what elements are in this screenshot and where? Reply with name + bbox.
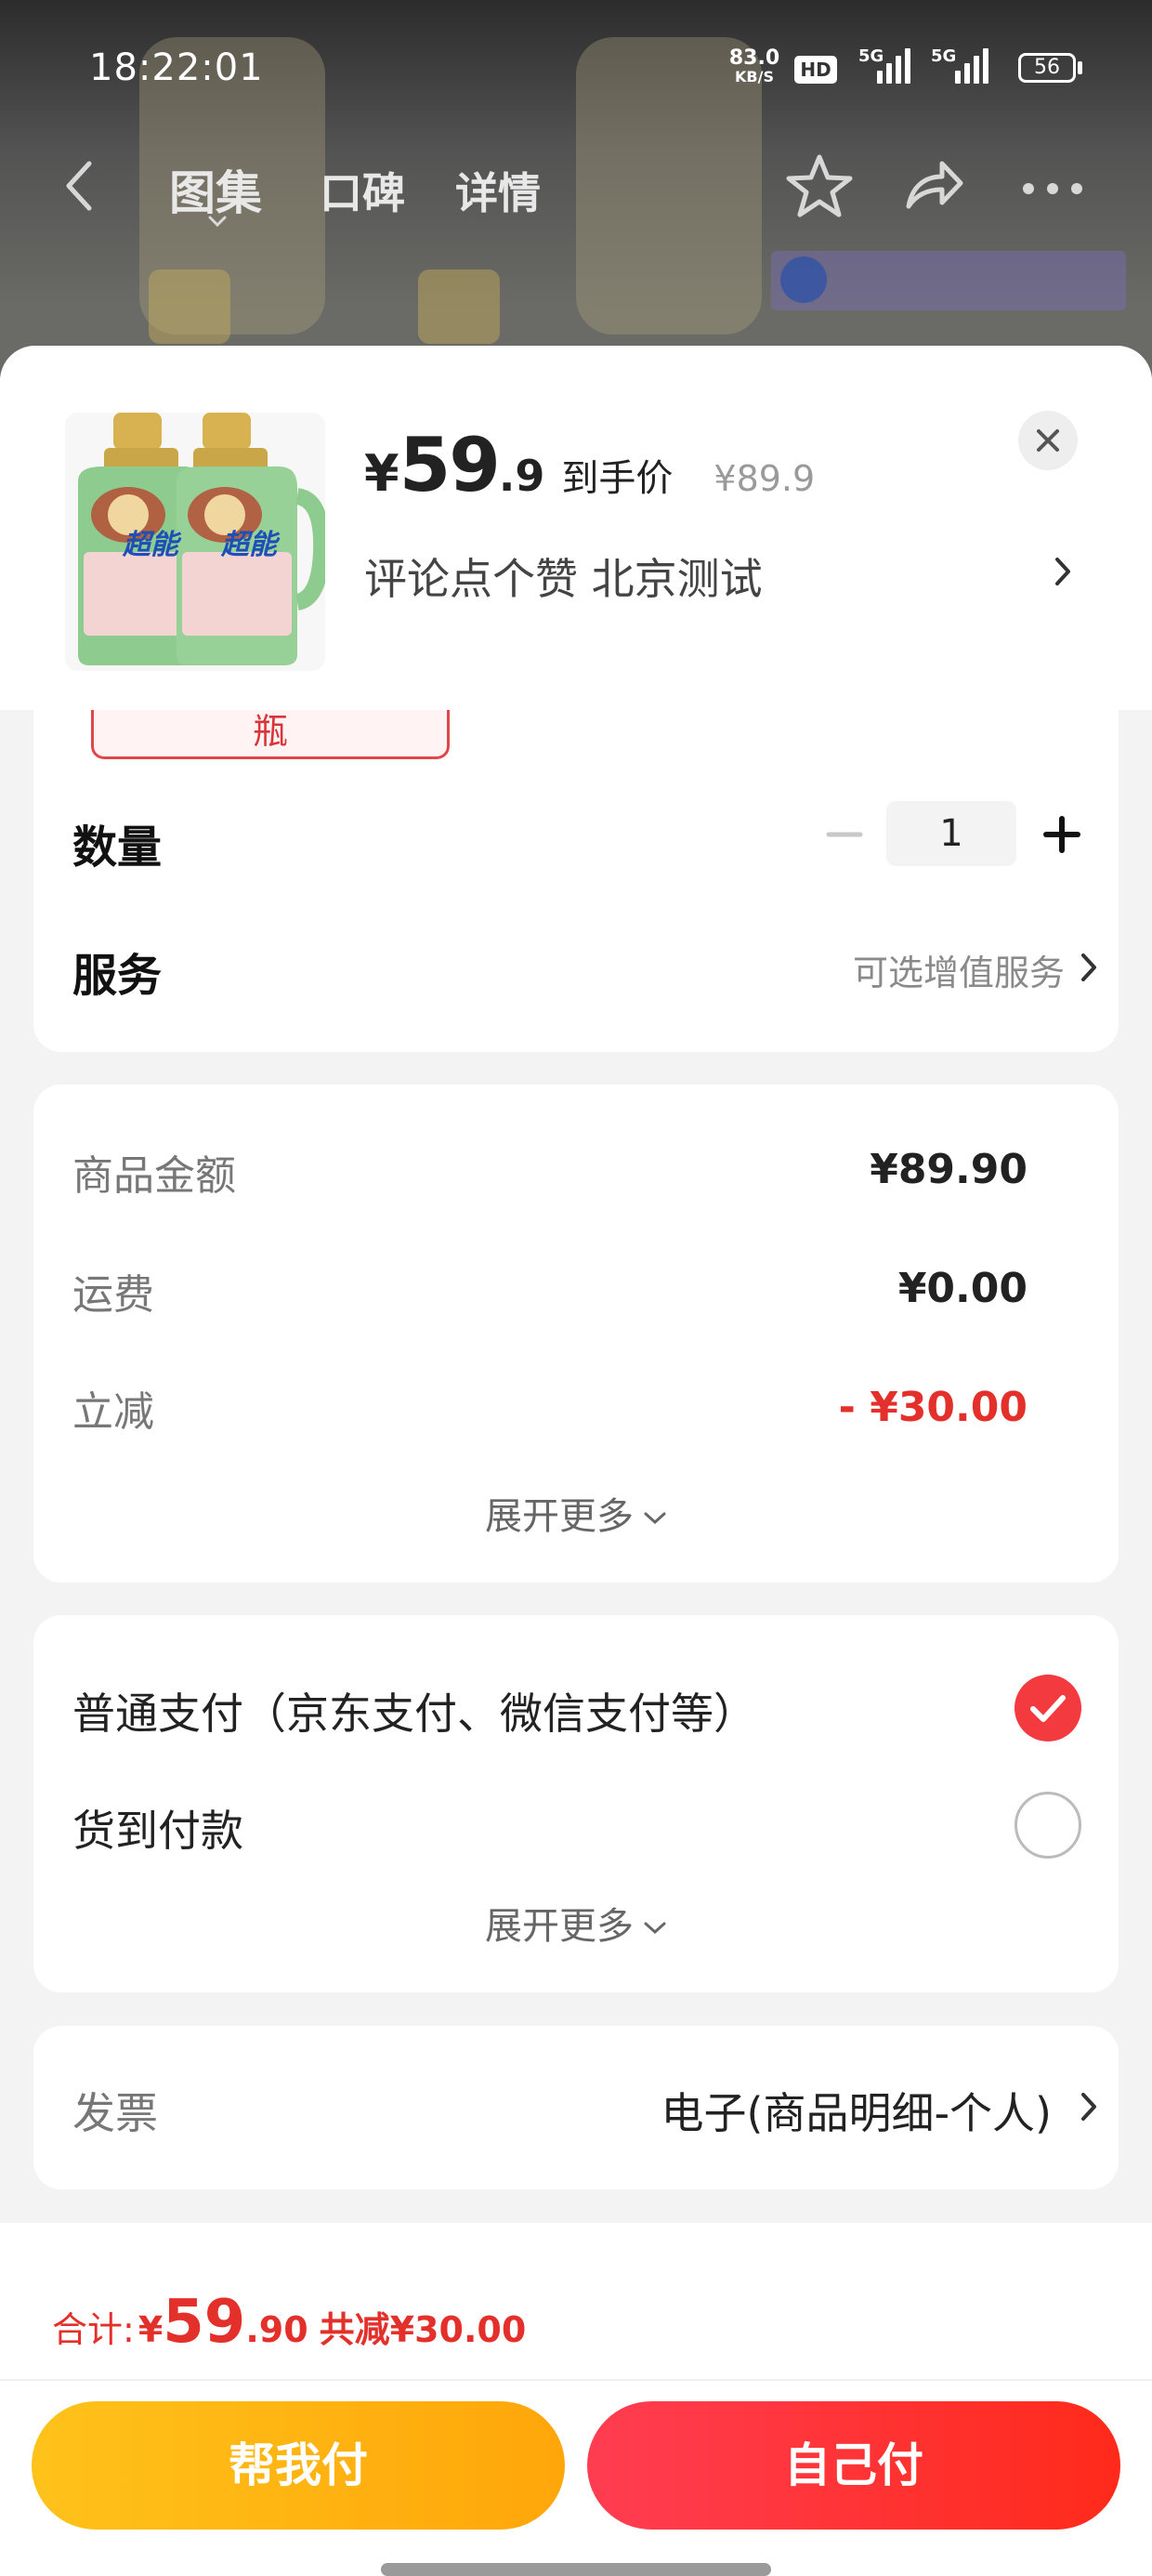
signal-icon: 5G — [858, 46, 910, 84]
more-icon[interactable] — [1022, 182, 1083, 195]
product-image: 超能 超能 — [65, 413, 325, 671]
tab-active-indicator — [208, 216, 227, 227]
signal-label: 5G — [858, 46, 884, 66]
service-value[interactable]: 可选增值服务 — [795, 944, 1065, 995]
amount-row-value: ¥89.90 — [870, 1146, 1028, 1193]
divider — [0, 2379, 1152, 2381]
network-speed-unit: KB/S — [735, 68, 774, 85]
price-row: ¥59.9 到手价 ¥89.9 — [364, 422, 816, 508]
amount-row-label: 商品金额 — [72, 1152, 236, 1200]
product-brand-mark: 超能 — [220, 529, 281, 561]
chevron-down-icon — [644, 1922, 666, 1935]
status-time: 18:22:01 — [89, 46, 264, 89]
invoice-value[interactable]: 电子(商品明细-个人) — [554, 2080, 1053, 2141]
pay-self-button[interactable]: 自己付 — [587, 2401, 1120, 2530]
discount-value: - ¥30.00 — [838, 1384, 1028, 1431]
invoice-label: 发票 — [72, 2088, 158, 2138]
back-icon[interactable] — [65, 160, 93, 212]
product-thumbnail[interactable]: 超能 超能 — [65, 413, 325, 671]
quantity-input[interactable]: 1 — [886, 801, 1016, 866]
price-label: 到手价 — [561, 457, 674, 500]
quantity-label: 数量 — [72, 821, 163, 874]
tab-gallery[interactable]: 图集 — [169, 156, 262, 223]
pay-for-me-button[interactable]: 帮我付 — [32, 2401, 565, 2530]
total-label: 合计: — [52, 2309, 135, 2350]
home-indicator[interactable] — [381, 2563, 771, 2576]
sheet-header: 超能 超能 ¥59.9 到手价 ¥89.9 评论点个赞 北京测试 — [0, 346, 1152, 710]
chevron-right-icon[interactable] — [1080, 952, 1098, 983]
bg-brand-logo — [780, 256, 827, 303]
total-saved: 共减¥30.00 — [319, 2309, 527, 2350]
star-icon[interactable] — [785, 153, 854, 218]
expand-more-label: 展开更多 — [485, 1495, 634, 1538]
payment-option-label[interactable]: 普通支付（京东支付、微信支付等） — [72, 1680, 756, 1741]
network-speed: 83.0 KB/S — [728, 48, 780, 85]
order-sheet: 超能 超能 ¥59.9到手价¥89.9 评论点个赞 北京测试 瓶 数量 1 — [0, 346, 1152, 2576]
chevron-right-icon[interactable] — [1054, 556, 1072, 587]
quantity-increase-button[interactable] — [1039, 807, 1085, 862]
payment-option-label[interactable]: 货到付款 — [72, 1797, 243, 1859]
invoice-card[interactable]: 发票 电子(商品明细-个人) — [33, 2026, 1119, 2189]
network-speed-value: 83.0 — [728, 46, 780, 70]
checkout-bar: 合计: ¥59.90 共减¥30.00 帮我付 自己付 — [0, 2223, 1152, 2576]
amount-row-value: ¥0.00 — [897, 1265, 1028, 1312]
sku-description[interactable]: 评论点个赞 北京测试 — [364, 545, 763, 607]
payment-option-selected[interactable] — [1015, 1675, 1081, 1741]
amount-row-label: 运费 — [72, 1271, 154, 1319]
close-button[interactable] — [1018, 411, 1078, 470]
signal-label: 5G — [931, 46, 957, 66]
total-decimal: .90 — [245, 2309, 308, 2350]
product-brand-mark: 超能 — [122, 529, 182, 561]
price-integer: 59 — [399, 422, 501, 508]
chevron-right-icon[interactable] — [1080, 2091, 1098, 2123]
bg-product-cap — [149, 269, 230, 344]
amount-row-label: 立减 — [72, 1388, 154, 1436]
amount-summary-card: 商品金额 ¥89.90 运费 ¥0.00 立减 - ¥30.00 展开更多 — [33, 1084, 1119, 1583]
price-decimal: .9 — [498, 451, 545, 501]
service-label: 服务 — [72, 950, 163, 1002]
original-price: ¥89.9 — [713, 458, 816, 499]
total-integer: 59 — [163, 2288, 246, 2357]
tab-details[interactable]: 详情 — [455, 160, 541, 221]
price-currency: ¥ — [364, 444, 399, 503]
expand-more-payment[interactable]: 展开更多 — [33, 1896, 1119, 1950]
payment-method-card: 普通支付（京东支付、微信支付等） 货到付款 展开更多 — [33, 1615, 1119, 1992]
payment-option-radio[interactable] — [1015, 1792, 1081, 1859]
hd-badge: HD — [794, 56, 837, 84]
bg-product-cap — [418, 269, 500, 344]
quantity-service-card: 瓶 数量 1 服务 可选增值服务 — [33, 710, 1119, 1052]
battery-icon: 56 — [1018, 53, 1076, 83]
spec-option-selected[interactable]: 瓶 — [91, 710, 450, 759]
chevron-down-icon — [644, 1512, 666, 1525]
expand-more-amounts[interactable]: 展开更多 — [33, 1486, 1119, 1540]
close-icon — [1037, 429, 1059, 452]
expand-more-label: 展开更多 — [485, 1905, 634, 1948]
tab-reviews[interactable]: 口碑 — [320, 160, 405, 221]
share-icon[interactable] — [905, 158, 964, 212]
signal-icon: 5G — [923, 46, 990, 84]
battery-tip — [1078, 61, 1082, 74]
check-icon — [1030, 1695, 1066, 1722]
order-total: 合计: ¥59.90 共减¥30.00 — [52, 2288, 526, 2357]
quantity-decrease-button[interactable] — [821, 807, 868, 862]
total-currency: ¥ — [137, 2309, 164, 2350]
